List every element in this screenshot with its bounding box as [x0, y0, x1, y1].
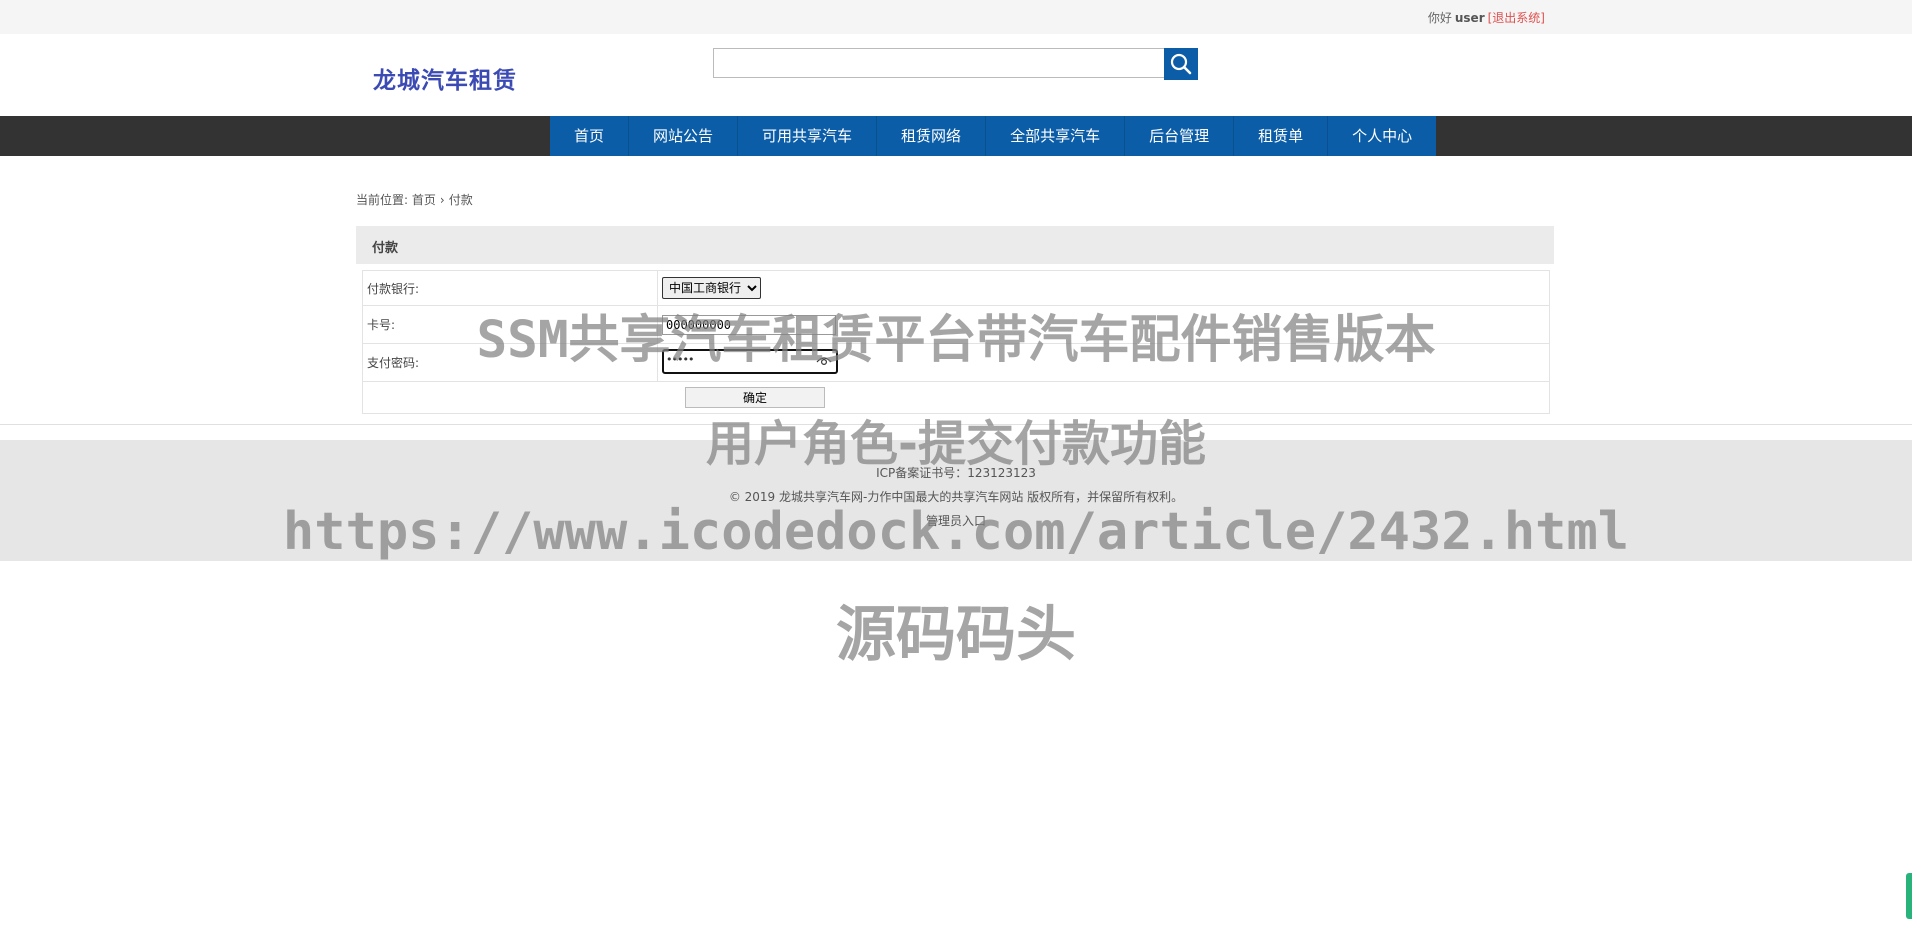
- password-input[interactable]: •••••: [662, 348, 838, 374]
- nav-item-announcements[interactable]: 网站公告: [629, 116, 739, 156]
- greeting-text: 你好: [1427, 11, 1452, 25]
- site-logo[interactable]: 龙城汽车租赁: [373, 61, 517, 95]
- search-button[interactable]: [1164, 48, 1198, 80]
- card-label: 卡号:: [362, 305, 658, 344]
- nav-item-home[interactable]: 首页: [550, 116, 630, 156]
- footer: ICP备案证书号：123123123 © 2019 龙城共享汽车网-力作中国最大…: [0, 440, 1912, 561]
- nav-list: 首页 网站公告 可用共享汽车 租赁网络 全部共享汽车 后台管理 租赁单 个人中心: [550, 116, 1437, 156]
- nav-item-user-center[interactable]: 个人中心: [1328, 116, 1436, 156]
- panel-title: 付款: [372, 241, 399, 256]
- form-row-submit: 确定: [362, 381, 1550, 414]
- search-box: [713, 48, 1198, 80]
- header: 龙城汽车租赁: [0, 34, 1912, 116]
- breadcrumb-separator: ›: [439, 193, 445, 207]
- nav-item-rental-orders[interactable]: 租赁单: [1234, 116, 1329, 156]
- breadcrumb-prefix: 当前位置:: [356, 193, 409, 207]
- bank-select[interactable]: 中国工商银行: [662, 277, 761, 299]
- card-cell: [657, 305, 1550, 344]
- search-icon: [1170, 53, 1192, 75]
- nav-item-available-cars[interactable]: 可用共享汽车: [738, 116, 878, 156]
- breadcrumb: 当前位置: 首页 › 付款: [356, 191, 473, 208]
- password-label: 支付密码:: [362, 343, 658, 382]
- user-greeting-area: 你好 user [退出系统]: [1428, 9, 1545, 26]
- nav-item-rental-network[interactable]: 租赁网络: [877, 116, 987, 156]
- form-row-card: 卡号:: [362, 305, 1550, 344]
- payment-form: 付款银行: 中国工商银行 卡号: 支付密码: ••••• 确定: [362, 270, 1550, 414]
- form-row-password: 支付密码: •••••: [362, 343, 1550, 382]
- eye-icon[interactable]: [816, 355, 832, 367]
- breadcrumb-current: 付款: [448, 193, 473, 207]
- breadcrumb-home-link[interactable]: 首页: [412, 193, 436, 207]
- footer-copyright: © 2019 龙城共享汽车网-力作中国最大的共享汽车网站 版权所有，并保留所有权…: [728, 490, 1184, 504]
- footer-admin-link[interactable]: 管理员入口: [0, 512, 1912, 529]
- nav-item-admin[interactable]: 后台管理: [1125, 116, 1235, 156]
- password-value: •••••: [666, 352, 694, 366]
- bank-cell: 中国工商银行: [657, 270, 1550, 306]
- search-input[interactable]: [713, 48, 1165, 78]
- submit-cell: 确定: [362, 381, 1550, 414]
- bank-label: 付款银行:: [362, 270, 658, 306]
- password-cell: •••••: [657, 343, 1550, 382]
- form-row-bank: 付款银行: 中国工商银行: [362, 270, 1550, 306]
- top-bar: 你好 user [退出系统]: [0, 0, 1912, 34]
- username: user: [1454, 11, 1485, 25]
- card-number-input[interactable]: [662, 314, 836, 335]
- side-widget-tab[interactable]: [1906, 873, 1912, 919]
- panel-header: 付款: [356, 226, 1554, 264]
- footer-icp: ICP备案证书号：123123123: [876, 466, 1036, 480]
- nav-item-all-cars[interactable]: 全部共享汽车: [986, 116, 1126, 156]
- main-nav: 首页 网站公告 可用共享汽车 租赁网络 全部共享汽车 后台管理 租赁单 个人中心: [0, 116, 1912, 156]
- footer-divider: [0, 424, 1912, 425]
- watermark-brand: 源码码头: [836, 600, 1076, 670]
- logout-link[interactable]: [退出系统]: [1488, 11, 1545, 25]
- submit-button[interactable]: 确定: [685, 387, 825, 408]
